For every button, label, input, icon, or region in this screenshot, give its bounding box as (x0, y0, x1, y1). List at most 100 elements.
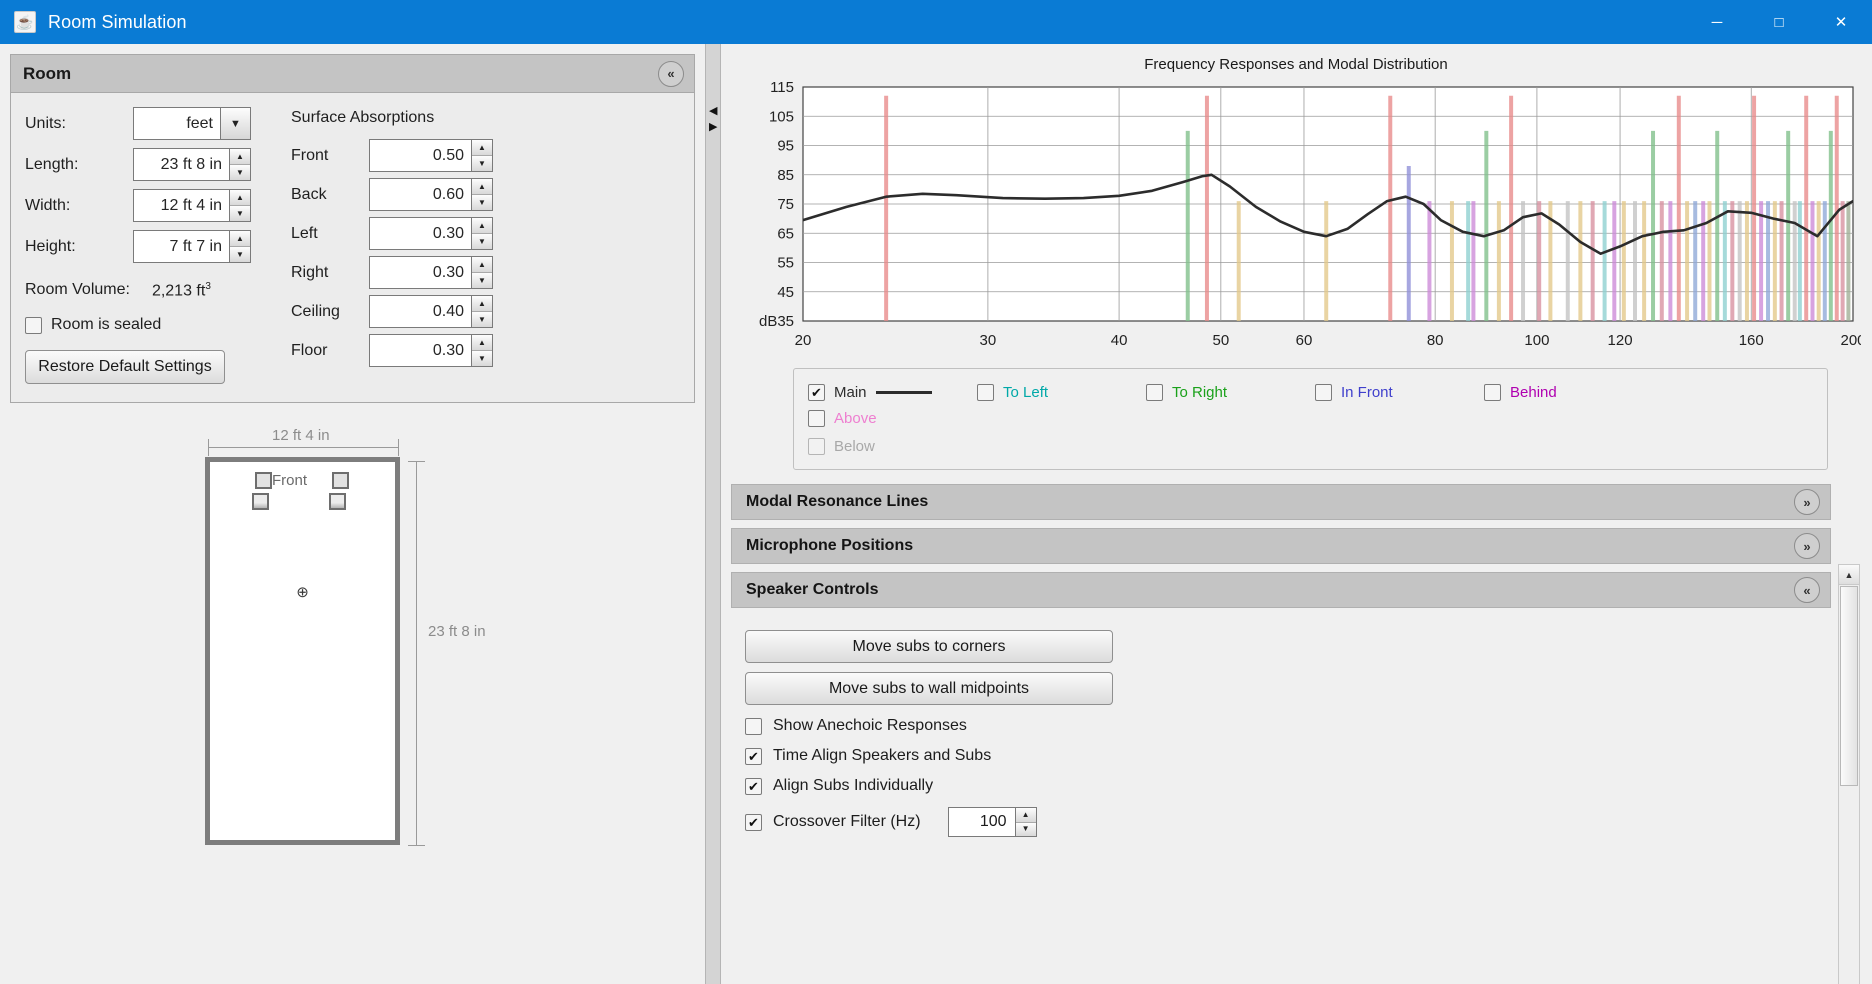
spinner-down-icon[interactable]: ▼ (472, 156, 492, 171)
maximize-button[interactable]: □ (1748, 0, 1810, 44)
absorption-stepper[interactable]: ▲ ▼ (472, 178, 493, 211)
units-combobox[interactable]: feet ▼ (133, 107, 251, 140)
absorption-value[interactable]: 0.60 (369, 178, 472, 211)
crossover-spinner[interactable]: 100 ▲ ▼ (947, 807, 1037, 837)
room-sealed-checkbox[interactable]: Room is sealed (25, 316, 273, 334)
spinner-down-icon[interactable]: ▼ (1015, 822, 1036, 836)
absorption-stepper[interactable]: ▲ ▼ (472, 217, 493, 250)
spinner-down-icon[interactable]: ▼ (230, 247, 250, 262)
absorption-spinner-floor[interactable]: 0.30 ▲ ▼ (369, 334, 493, 367)
move-subs-to-corners-button[interactable]: Move subs to corners (745, 630, 1113, 663)
absorption-spinner-right[interactable]: 0.30 ▲ ▼ (369, 256, 493, 289)
absorption-spinner-ceiling[interactable]: 0.40 ▲ ▼ (369, 295, 493, 328)
crossover-checkbox[interactable] (745, 813, 762, 831)
width-value[interactable]: 12 ft 4 in (133, 189, 230, 222)
spinner-up-icon[interactable]: ▲ (472, 179, 492, 195)
absorption-spinner-left[interactable]: 0.30 ▲ ▼ (369, 217, 493, 250)
spinner-up-icon[interactable]: ▲ (472, 296, 492, 312)
length-value[interactable]: 23 ft 8 in (133, 148, 230, 181)
move-subs-to-wall-midpoints-button[interactable]: Move subs to wall midpoints (745, 672, 1113, 705)
speaker-checkbox-align-subs-individually[interactable]: Align Subs Individually (745, 777, 1831, 795)
spinner-down-icon[interactable]: ▼ (230, 165, 250, 180)
height-stepper[interactable]: ▲ ▼ (230, 230, 251, 263)
subwoofer-left[interactable] (252, 493, 269, 511)
spinner-down-icon[interactable]: ▼ (472, 234, 492, 249)
checkbox-box[interactable] (745, 777, 762, 795)
length-spinner[interactable]: 23 ft 8 in ▲ ▼ (133, 148, 251, 181)
spinner-up-icon[interactable]: ▲ (472, 140, 492, 156)
spinner-up-icon[interactable]: ▲ (472, 335, 492, 351)
absorption-spinner-back[interactable]: 0.60 ▲ ▼ (369, 178, 493, 211)
absorption-stepper[interactable]: ▲ ▼ (472, 295, 493, 328)
legend-item-to-left[interactable]: To Left (977, 379, 1132, 405)
absorption-value[interactable]: 0.50 (369, 139, 472, 172)
frequency-response-chart[interactable]: Frequency Responses and Modal Distributi… (731, 52, 1861, 362)
room-panel-header[interactable]: Room « (11, 55, 694, 93)
width-spinner[interactable]: 12 ft 4 in ▲ ▼ (133, 189, 251, 222)
checkbox-box[interactable] (745, 747, 762, 765)
microphone-marker[interactable]: ⊕ (295, 585, 310, 600)
minimize-button[interactable]: ─ (1686, 0, 1748, 44)
vertical-scrollbar[interactable]: ▲ (1838, 564, 1860, 984)
chevron-up-icon[interactable]: « (1794, 577, 1820, 603)
chevron-up-icon[interactable]: « (658, 60, 684, 87)
spinner-up-icon[interactable]: ▲ (472, 257, 492, 273)
legend-item-behind[interactable]: Behind (1484, 379, 1639, 405)
room-floorplan[interactable]: Front ⊕ (205, 457, 400, 846)
legend-item-to-right[interactable]: To Right (1146, 379, 1301, 405)
crossover-value[interactable]: 100 (947, 807, 1016, 837)
absorption-spinner-front[interactable]: 0.50 ▲ ▼ (369, 139, 493, 172)
spinner-down-icon[interactable]: ▼ (472, 195, 492, 210)
legend-checkbox[interactable] (808, 437, 825, 455)
crossover-filter-row[interactable]: Crossover Filter (Hz) 100 ▲ ▼ (745, 807, 1831, 837)
speaker-checkbox-show-anechoic-responses[interactable]: Show Anechoic Responses (745, 717, 1831, 735)
restore-default-settings-button[interactable]: Restore Default Settings (25, 350, 225, 385)
absorption-stepper[interactable]: ▲ ▼ (472, 334, 493, 367)
absorption-value[interactable]: 0.30 (369, 334, 472, 367)
checkbox-box[interactable] (25, 316, 42, 334)
absorption-value[interactable]: 0.30 (369, 256, 472, 289)
collapse-left-icon[interactable]: ◀ (709, 106, 717, 117)
section-header-speaker-controls[interactable]: Speaker Controls « (731, 572, 1831, 608)
legend-checkbox[interactable] (808, 409, 825, 427)
spinner-down-icon[interactable]: ▼ (472, 273, 492, 288)
spinner-down-icon[interactable]: ▼ (230, 206, 250, 221)
chevron-down-icon[interactable]: » (1794, 489, 1820, 515)
speaker-front-right[interactable] (332, 472, 349, 490)
legend-checkbox[interactable] (1146, 383, 1163, 401)
spinner-down-icon[interactable]: ▼ (472, 351, 492, 366)
absorption-value[interactable]: 0.40 (369, 295, 472, 328)
legend-checkbox[interactable] (808, 383, 825, 401)
close-button[interactable]: ✕ (1810, 0, 1872, 44)
section-header-modal-resonance-lines[interactable]: Modal Resonance Lines » (731, 484, 1831, 520)
spinner-up-icon[interactable]: ▲ (1015, 808, 1036, 823)
room-diagram[interactable]: 12 ft 4 in Front ⊕ 23 ft 8 in (10, 425, 530, 865)
spinner-up-icon[interactable]: ▲ (230, 190, 250, 206)
legend-item-above[interactable]: Above (808, 405, 963, 431)
scroll-up-icon[interactable]: ▲ (1839, 565, 1859, 585)
spinner-up-icon[interactable]: ▲ (230, 231, 250, 247)
speaker-front-left[interactable] (255, 472, 272, 490)
chevron-down-icon[interactable]: » (1794, 533, 1820, 559)
split-pane-divider[interactable]: ◀ ▶ (705, 44, 721, 984)
length-stepper[interactable]: ▲ ▼ (230, 148, 251, 181)
collapse-right-icon[interactable]: ▶ (709, 122, 717, 133)
height-value[interactable]: 7 ft 7 in (133, 230, 230, 263)
legend-item-main[interactable]: Main (808, 379, 963, 405)
spinner-down-icon[interactable]: ▼ (472, 312, 492, 327)
spinner-up-icon[interactable]: ▲ (230, 149, 250, 165)
checkbox-box[interactable] (745, 717, 762, 735)
legend-checkbox[interactable] (1484, 383, 1501, 401)
spinner-up-icon[interactable]: ▲ (472, 218, 492, 234)
absorption-value[interactable]: 0.30 (369, 217, 472, 250)
crossover-stepper[interactable]: ▲ ▼ (1015, 807, 1037, 837)
legend-item-below[interactable]: Below (808, 433, 1799, 459)
legend-item-in-front[interactable]: In Front (1315, 379, 1470, 405)
absorption-stepper[interactable]: ▲ ▼ (472, 256, 493, 289)
absorption-stepper[interactable]: ▲ ▼ (472, 139, 493, 172)
section-header-microphone-positions[interactable]: Microphone Positions » (731, 528, 1831, 564)
legend-checkbox[interactable] (977, 383, 994, 401)
subwoofer-right[interactable] (329, 493, 346, 511)
scrollbar-thumb[interactable] (1840, 586, 1858, 786)
height-spinner[interactable]: 7 ft 7 in ▲ ▼ (133, 230, 251, 263)
